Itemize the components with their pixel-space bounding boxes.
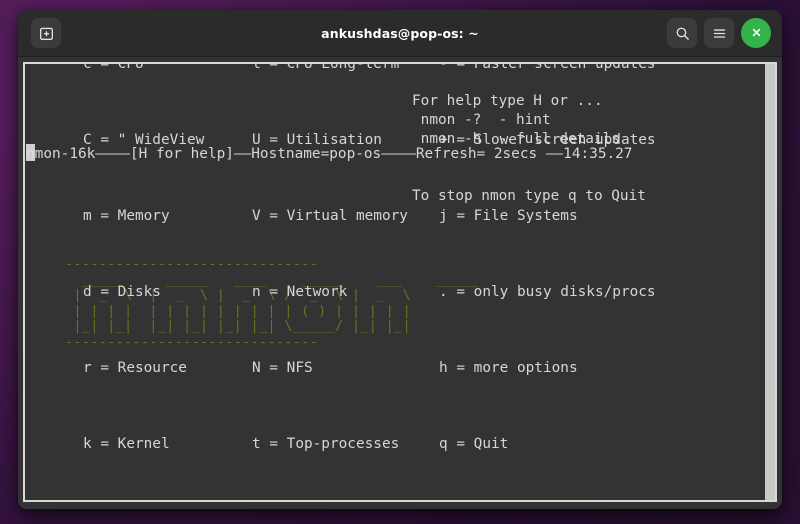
keys-row: k = Kernel t = Top-processes q = Quit: [65, 435, 656, 454]
key-item: m = Memory: [83, 208, 170, 224]
scrollbar-thumb[interactable]: [765, 64, 775, 500]
terminal-scrollbar[interactable]: [765, 62, 777, 502]
keys-row: C = " WideView U = Utilisation + = Slower …: [65, 131, 656, 150]
keys-row: r = Resource N = NFS h = more options: [65, 359, 656, 378]
key-item: d = Disks: [83, 284, 161, 300]
hamburger-menu-icon: [712, 26, 727, 41]
nmon-frame: nmon-16k————[H for help]——Hostname=pop-o…: [23, 62, 765, 502]
nmon-keys-legend: Use these keys to toggle statistics on/o…: [65, 62, 656, 492]
search-icon: [675, 26, 690, 41]
titlebar-controls: [667, 18, 773, 48]
key-item: k = Kernel: [83, 436, 170, 452]
key-item: q = Quit: [439, 436, 509, 452]
close-button[interactable]: [741, 18, 771, 48]
keys-row: d = Disks n = Network . = only busy disks/…: [65, 283, 656, 302]
key-item: V = Virtual memory: [252, 208, 408, 224]
key-item: - = Faster screen updates: [439, 62, 656, 72]
key-item: l = CPU Long-term: [252, 62, 400, 72]
key-item: + = Slower screen updates: [439, 132, 656, 148]
nmon-screen: nmon-16k————[H for help]——Hostname=pop-o…: [25, 64, 765, 500]
key-item: n = Network: [252, 284, 348, 300]
new-tab-icon: [39, 26, 54, 41]
terminal-window: ankushdas@pop-os: ~ nmon-16k————[H for h…: [18, 10, 782, 509]
window-titlebar: ankushdas@pop-os: ~: [18, 10, 782, 57]
key-item: . = only busy disks/procs: [439, 284, 656, 300]
key-item: U = Utilisation: [252, 132, 382, 148]
keys-row: c = CPU l = CPU Long-term - = Faster scree…: [65, 62, 656, 74]
key-item: j = File Systems: [439, 208, 578, 224]
new-tab-button[interactable]: [31, 18, 61, 48]
search-button[interactable]: [667, 18, 697, 48]
close-icon: [750, 24, 763, 43]
menu-button[interactable]: [704, 18, 734, 48]
key-item: c = CPU: [83, 62, 144, 72]
text-cursor: [26, 144, 35, 161]
key-item: N = NFS: [252, 360, 313, 376]
key-item: t = Top-processes: [252, 436, 400, 452]
key-item: C = " WideView: [83, 132, 205, 148]
keys-row: m = Memory V = Virtual memory j = File Sys…: [65, 207, 656, 226]
key-item: h = more options: [439, 360, 578, 376]
terminal-body[interactable]: nmon-16k————[H for help]——Hostname=pop-o…: [18, 57, 782, 509]
key-item: r = Resource: [83, 360, 187, 376]
